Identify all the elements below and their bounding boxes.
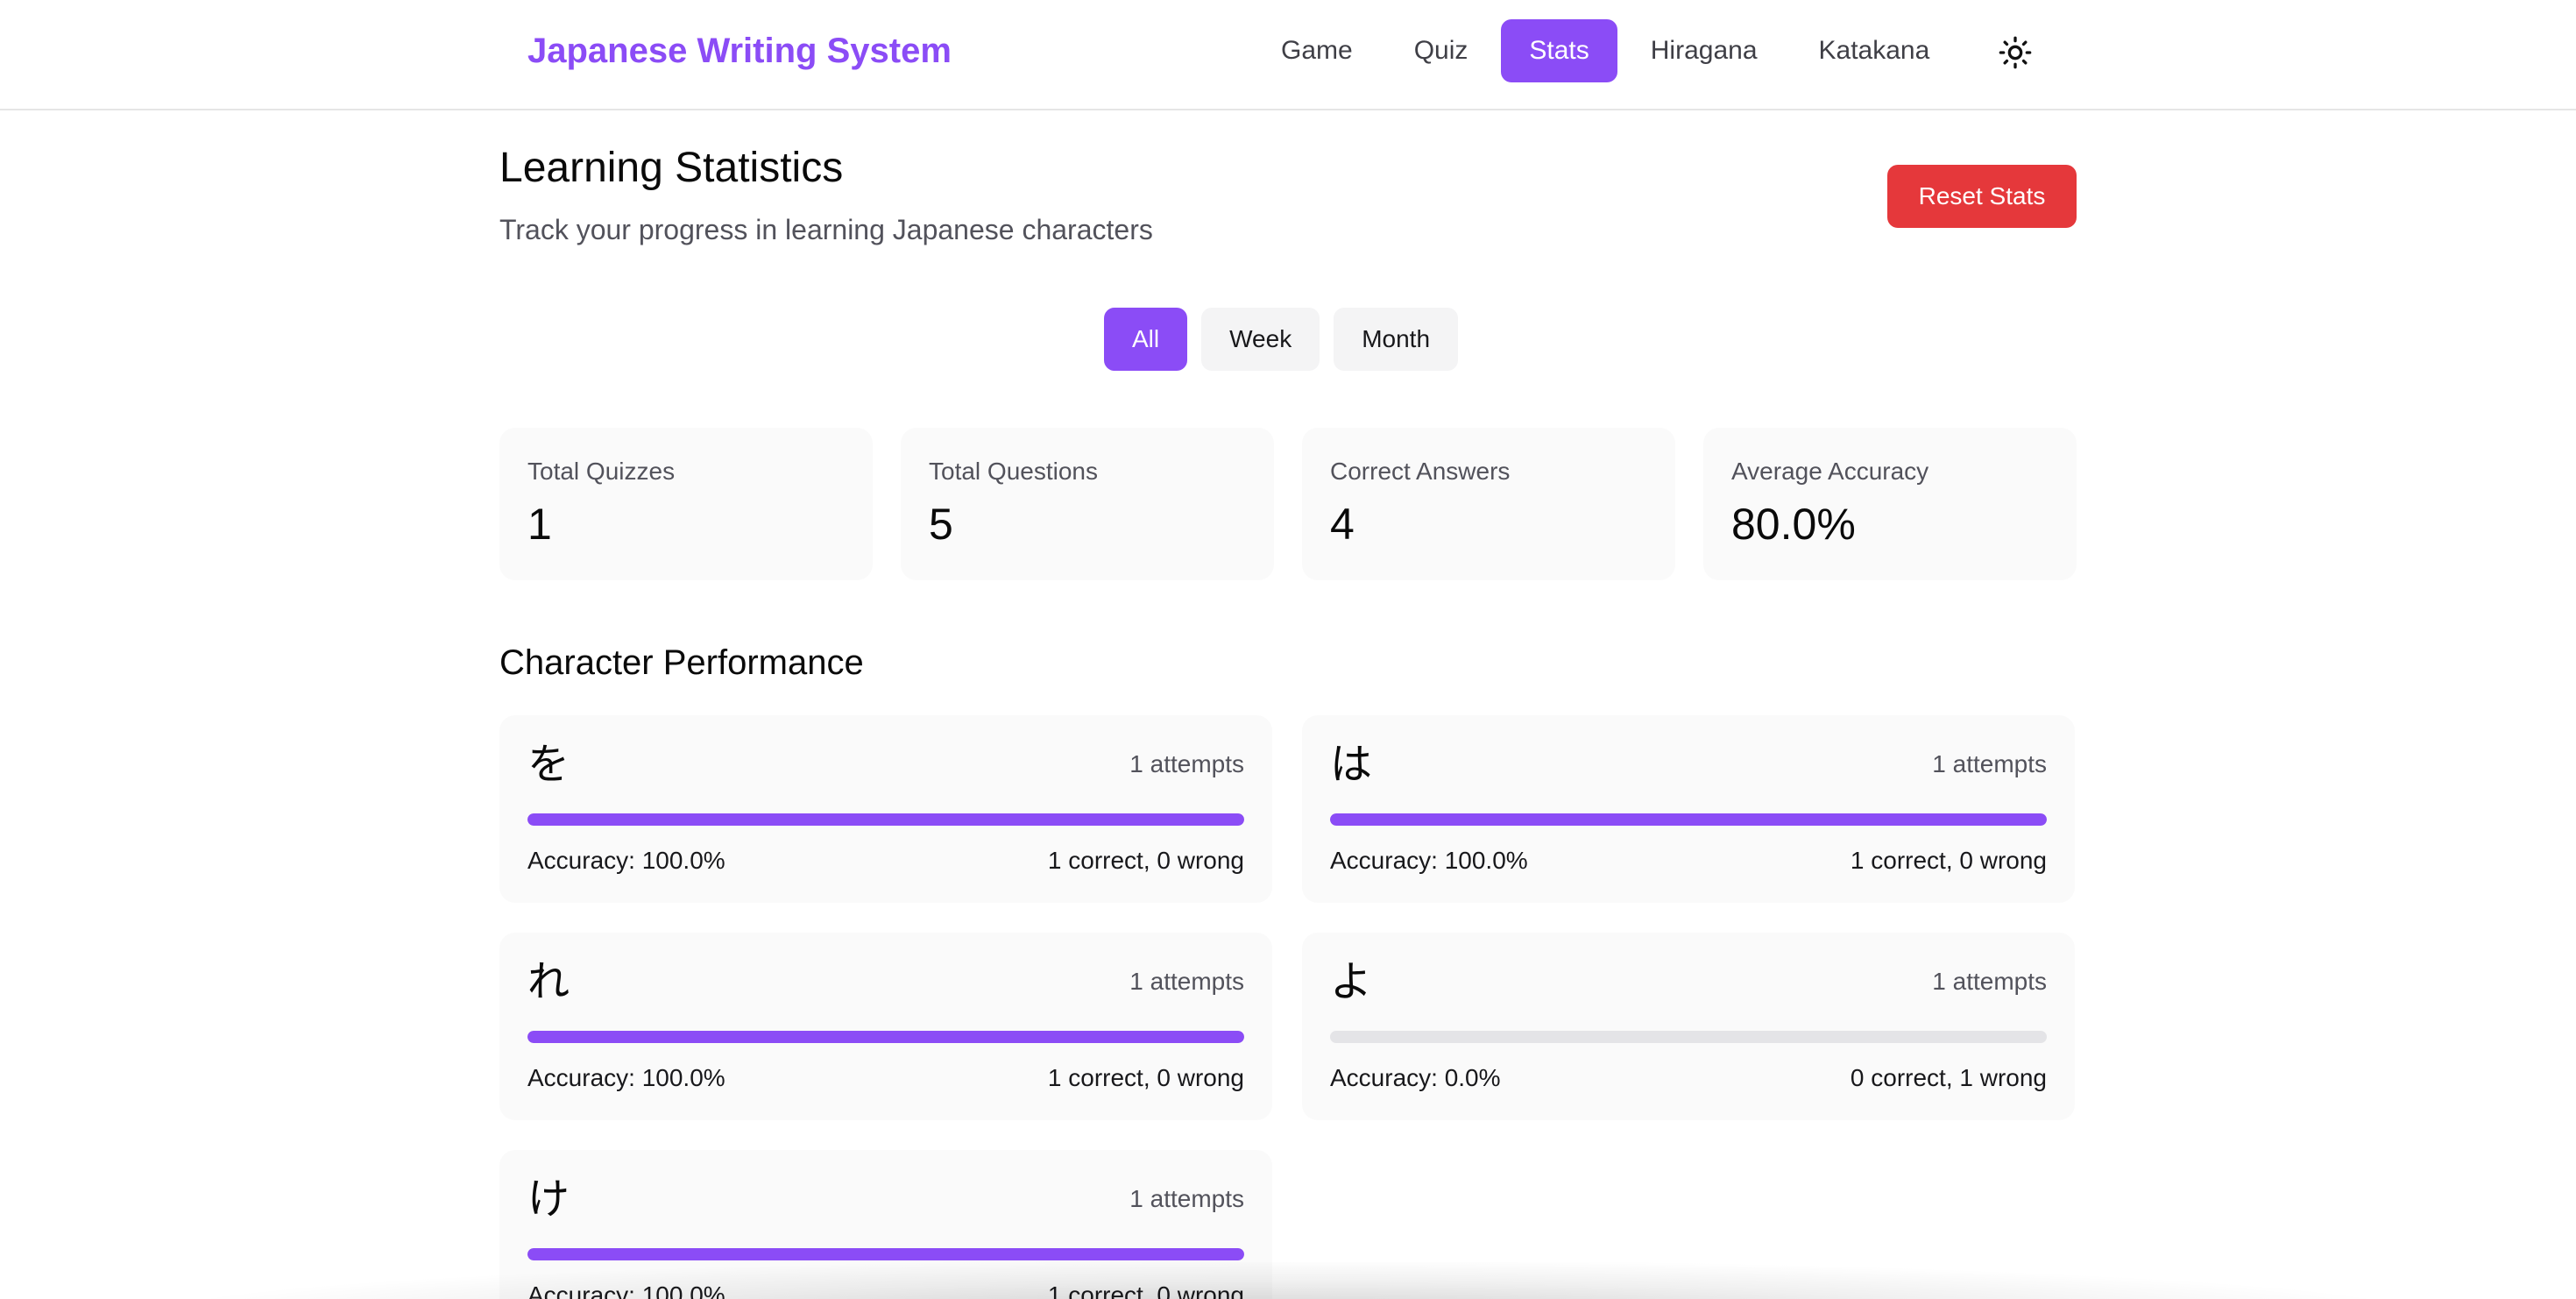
accuracy-bar-track (1330, 813, 2047, 826)
character-card: を 1 attempts Accuracy: 100.0% 1 correct,… (499, 715, 1272, 903)
reset-stats-button[interactable]: Reset Stats (1887, 165, 2077, 228)
attempts-count: 1 attempts (1932, 968, 2047, 995)
correct-wrong-counts: 0 correct, 1 wrong (1850, 1064, 2047, 1091)
accuracy-text: Accuracy: 100.0% (527, 847, 725, 874)
page-subtitle: Track your progress in learning Japanese… (499, 214, 1153, 245)
accuracy-bar-track (1330, 1031, 2047, 1043)
attempts-count: 1 attempts (1129, 968, 1244, 995)
nav-item-quiz[interactable]: Quiz (1386, 19, 1497, 82)
nav-item-katakana[interactable]: Katakana (1791, 19, 1958, 82)
stat-label: Total Questions (929, 458, 1098, 485)
page-title: Learning Statistics (499, 145, 844, 191)
character-glyph: は (1330, 740, 1373, 789)
accuracy-bar-track (527, 1248, 1244, 1260)
accuracy-bar-fill (1330, 813, 2047, 826)
accuracy-text: Accuracy: 100.0% (527, 1064, 725, 1091)
accuracy-text: Accuracy: 0.0% (1330, 1064, 1501, 1091)
filter-all-button[interactable]: All (1104, 308, 1188, 371)
filter-week-button[interactable]: Week (1201, 308, 1320, 371)
accuracy-bar-track (527, 813, 1244, 826)
accuracy-text: Accuracy: 100.0% (527, 1281, 725, 1299)
character-card: は 1 attempts Accuracy: 100.0% 1 correct,… (1302, 715, 2075, 903)
accuracy-bar-track (527, 1031, 1244, 1043)
sun-icon (1999, 36, 2032, 69)
section-title-character-performance: Character Performance (499, 643, 864, 682)
character-glyph: れ (527, 957, 570, 1006)
stat-value: 5 (929, 500, 953, 549)
correct-wrong-counts: 1 correct, 0 wrong (1850, 847, 2047, 874)
stat-card-correct-answers: Correct Answers 4 (1302, 428, 1675, 580)
attempts-count: 1 attempts (1129, 1185, 1244, 1212)
attempts-count: 1 attempts (1129, 750, 1244, 777)
time-filter-group: All Week Month (1104, 308, 1472, 371)
character-glyph: よ (1330, 957, 1373, 1006)
accuracy-bar-fill (527, 813, 1244, 826)
character-card: け 1 attempts Accuracy: 100.0% 1 correct,… (499, 1150, 1272, 1299)
stat-label: Correct Answers (1330, 458, 1511, 485)
stat-label: Total Quizzes (527, 458, 676, 485)
stat-card-average-accuracy: Average Accuracy 80.0% (1703, 428, 2077, 580)
top-navbar: Japanese Writing System Game Quiz Stats … (0, 0, 2576, 110)
filter-month-button[interactable]: Month (1334, 308, 1459, 371)
stat-value: 4 (1330, 500, 1355, 549)
nav-item-game[interactable]: Game (1253, 19, 1381, 82)
character-card: れ 1 attempts Accuracy: 100.0% 1 correct,… (499, 933, 1272, 1120)
correct-wrong-counts: 1 correct, 0 wrong (1047, 1064, 1244, 1091)
stat-card-total-quizzes: Total Quizzes 1 (499, 428, 873, 580)
app-window: Japanese Writing System Game Quiz Stats … (0, 0, 2576, 1299)
correct-wrong-counts: 1 correct, 0 wrong (1047, 1281, 1244, 1299)
app-brand[interactable]: Japanese Writing System (527, 25, 952, 77)
correct-wrong-counts: 1 correct, 0 wrong (1047, 847, 1244, 874)
accuracy-text: Accuracy: 100.0% (1330, 847, 1528, 874)
main-nav: Game Quiz Stats Hiragana Katakana (1253, 19, 1963, 82)
character-card: よ 1 attempts Accuracy: 0.0% 0 correct, 1… (1302, 933, 2075, 1120)
accuracy-bar-fill (527, 1248, 1244, 1260)
nav-item-hiragana[interactable]: Hiragana (1623, 19, 1786, 82)
stat-card-total-questions: Total Questions 5 (901, 428, 1274, 580)
theme-toggle-button[interactable] (1994, 32, 2036, 74)
stat-value: 1 (527, 500, 552, 549)
character-glyph: を (527, 740, 570, 789)
accuracy-bar-fill (527, 1031, 1244, 1043)
nav-item-stats[interactable]: Stats (1501, 19, 1617, 82)
attempts-count: 1 attempts (1932, 750, 2047, 777)
stat-label: Average Accuracy (1731, 458, 1929, 485)
stat-value: 80.0% (1731, 500, 1856, 549)
character-glyph: け (527, 1175, 570, 1224)
